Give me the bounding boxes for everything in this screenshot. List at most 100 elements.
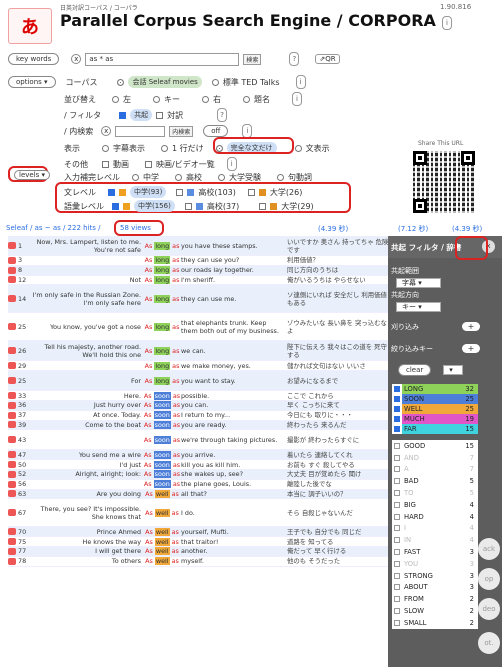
level-row[interactable]: SOON 25 (392, 394, 478, 404)
breadcrumb[interactable]: Seleaf / as ~ as / 222 hits / (6, 224, 101, 232)
keyword-row[interactable]: BIG 4 (392, 499, 478, 511)
level-checkbox[interactable] (394, 426, 400, 432)
clear-icon[interactable]: x (71, 54, 82, 64)
keyword-row[interactable]: GOOD 15 (392, 440, 478, 452)
sentence-hs-checkbox[interactable] (176, 188, 184, 196)
play-icon[interactable] (8, 480, 16, 488)
word-univ-checkbox[interactable] (259, 202, 267, 210)
play-icon[interactable] (8, 538, 16, 546)
keyword-row[interactable]: I4 (392, 523, 478, 535)
keyword-checkbox[interactable] (394, 572, 400, 579)
keyword-checkbox[interactable] (394, 454, 400, 461)
keyword-row[interactable]: SLOW 2 (392, 605, 478, 617)
play-icon[interactable] (8, 256, 16, 264)
filter-parallel-checkbox[interactable] (156, 111, 164, 119)
play-icon[interactable] (8, 557, 16, 565)
range-select[interactable]: 字幕 ▾ (396, 278, 441, 288)
word-hs-checkbox[interactable] (184, 202, 192, 210)
play-icon[interactable] (8, 362, 16, 370)
keyword-row[interactable]: BAD 5 (392, 475, 478, 487)
corpus-info-icon[interactable]: i (295, 75, 306, 89)
video-checkbox[interactable] (102, 160, 109, 168)
keyword-checkbox[interactable] (394, 478, 400, 485)
play-icon[interactable] (8, 421, 16, 429)
input-radio[interactable] (218, 174, 225, 181)
keyword-row[interactable]: HARD 4 (392, 511, 478, 523)
level-row[interactable]: FAR 15 (392, 424, 478, 434)
level-checkbox[interactable] (394, 406, 400, 412)
corpus-radio-1[interactable] (117, 78, 125, 86)
sentence-univ-checkbox[interactable] (247, 188, 255, 196)
keyword-checkbox[interactable] (394, 501, 400, 508)
bottom-button[interactable]: ot. (478, 632, 500, 654)
sort-radio[interactable] (153, 95, 160, 103)
keyword-checkbox[interactable] (394, 490, 400, 497)
input-radio[interactable] (175, 174, 182, 181)
inner-off-toggle[interactable]: off (203, 125, 229, 137)
keyword-checkbox[interactable] (394, 513, 400, 520)
sort-info-icon[interactable]: i (292, 92, 302, 106)
keyword-row[interactable]: TO 5 (392, 487, 478, 499)
top-button[interactable]: op (478, 568, 500, 590)
keyword-row[interactable]: ABOUT 3 (392, 582, 478, 594)
input-radio[interactable] (277, 174, 284, 181)
keyword-row[interactable]: YOU 3 (392, 558, 478, 570)
keyword-checkbox[interactable] (394, 584, 400, 591)
search-input[interactable]: as * as (85, 52, 240, 66)
inner-info-icon[interactable]: i (242, 124, 253, 138)
keyword-checkbox[interactable] (394, 596, 400, 603)
sort-radio[interactable] (243, 95, 250, 103)
play-icon[interactable] (8, 347, 16, 355)
keyword-checkbox[interactable] (394, 560, 400, 567)
search-button[interactable]: 検索 (243, 53, 262, 65)
sort-radio[interactable] (112, 95, 119, 103)
dir-select[interactable]: キー ▾ (396, 302, 441, 312)
play-icon[interactable] (8, 436, 16, 444)
play-icon[interactable] (8, 242, 16, 249)
filter-info-icon[interactable]: ? (217, 108, 228, 122)
clear-button[interactable]: clear (398, 364, 432, 376)
play-icon[interactable] (8, 411, 16, 419)
keyword-row[interactable]: STRONG 3 (392, 570, 478, 582)
keyword-checkbox[interactable] (394, 525, 400, 532)
keyword-checkbox[interactable] (394, 608, 400, 615)
level-row[interactable]: MUCH 19 (392, 414, 478, 424)
level-row[interactable]: LONG 32 (392, 384, 478, 394)
keyword-checkbox[interactable] (394, 619, 400, 626)
keyword-checkbox[interactable] (394, 537, 400, 544)
title-info-icon[interactable]: i (442, 16, 452, 30)
movie-list-checkbox[interactable] (145, 160, 152, 168)
keyword-row[interactable]: A7 (392, 464, 478, 476)
clear-select[interactable]: ▾ (443, 365, 464, 375)
keyword-row[interactable]: FROM 2 (392, 593, 478, 605)
inner-clear-icon[interactable]: x (101, 126, 112, 136)
play-icon[interactable] (8, 276, 16, 284)
back-button[interactable]: ack (478, 538, 500, 560)
play-icon[interactable] (8, 266, 16, 274)
narrow-add-button[interactable]: + (462, 322, 480, 331)
play-icon[interactable] (8, 470, 16, 478)
sentence-jhs-checkbox[interactable] (108, 188, 115, 196)
play-icon[interactable] (8, 377, 16, 385)
video-button[interactable]: deo (478, 598, 500, 620)
sort-radio[interactable] (202, 95, 209, 103)
play-icon[interactable] (8, 509, 16, 517)
keyword-checkbox[interactable] (394, 442, 400, 449)
play-icon[interactable] (8, 451, 16, 459)
filter-cooccur-checkbox[interactable] (119, 111, 127, 119)
level-row[interactable]: WELL 25 (392, 404, 478, 414)
play-icon[interactable] (8, 295, 16, 303)
keyword-checkbox[interactable] (394, 549, 400, 556)
qr-button[interactable]: ⇗QR (315, 54, 340, 64)
play-icon[interactable] (8, 461, 16, 469)
corpus-radio-2[interactable] (211, 78, 219, 86)
other-info-icon[interactable]: i (226, 157, 237, 171)
keyword-row[interactable]: AND 7 (392, 452, 478, 464)
options-button[interactable]: options ▾ (8, 76, 56, 88)
level-checkbox[interactable] (394, 396, 400, 402)
word-jhs-checkbox[interactable] (112, 202, 119, 210)
inner-search-input[interactable] (115, 125, 166, 137)
keywords-button[interactable]: key words (8, 53, 60, 65)
display-radio[interactable] (294, 144, 302, 152)
input-radio[interactable] (132, 174, 139, 181)
